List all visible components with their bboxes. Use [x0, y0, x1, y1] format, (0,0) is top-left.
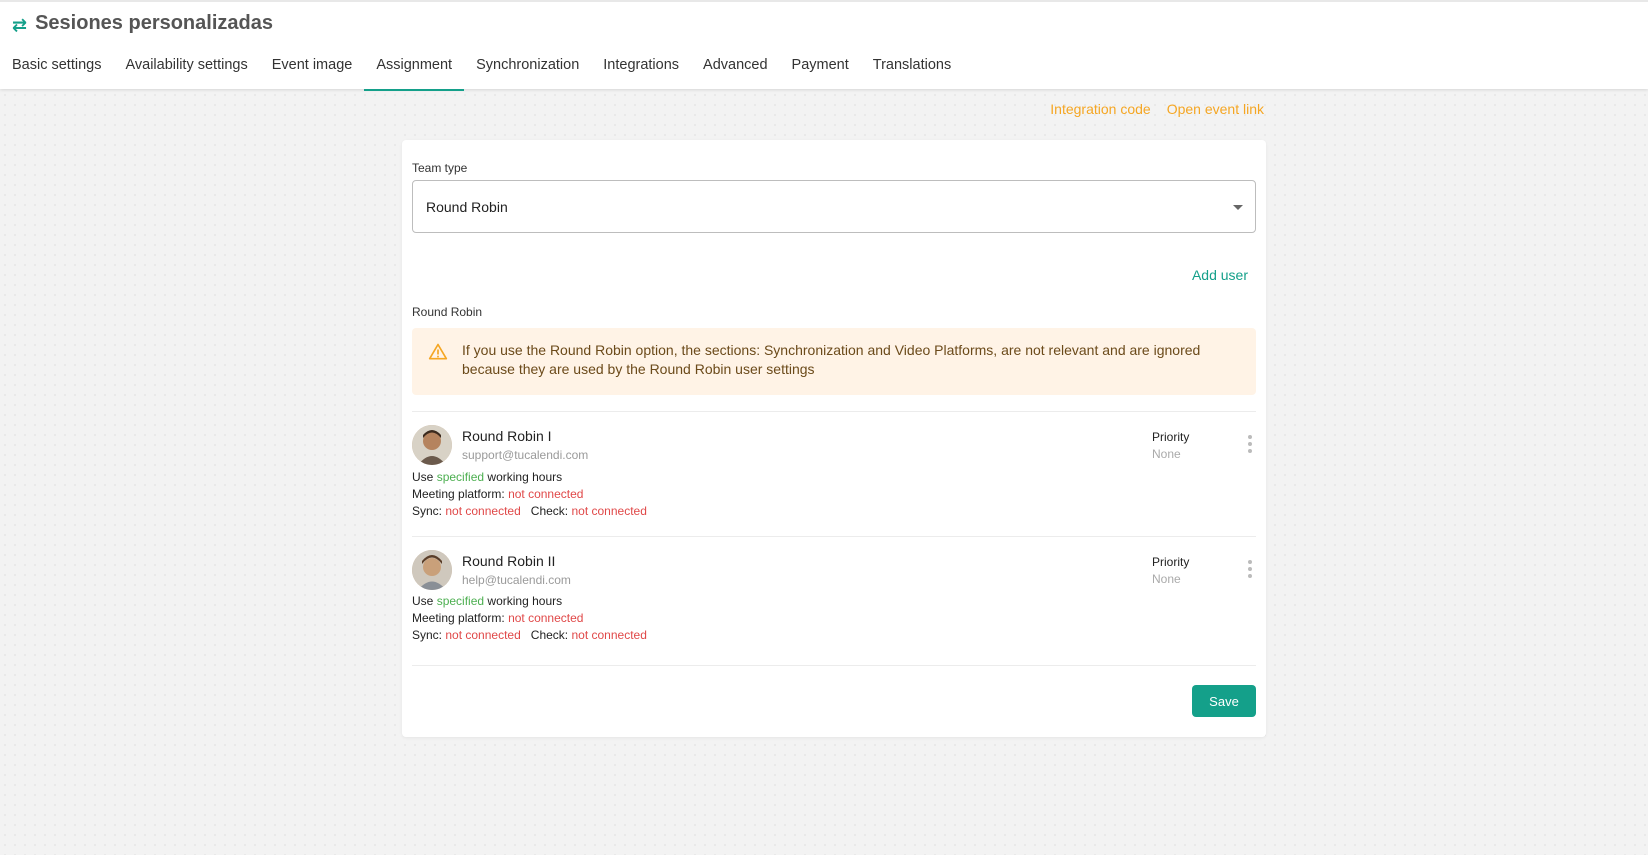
priority-value: None: [1152, 572, 1181, 586]
save-button[interactable]: Save: [1192, 685, 1256, 717]
sync-status: not connected: [445, 628, 521, 642]
integration-code-link[interactable]: Integration code: [1050, 101, 1150, 117]
check-status: not connected: [571, 504, 647, 518]
user-name: Round Robin II: [462, 553, 556, 569]
meeting-status: not connected: [508, 611, 584, 625]
meeting-label: Meeting platform:: [412, 487, 505, 501]
team-type-label: Team type: [412, 161, 468, 175]
use-prefix: Use: [412, 594, 434, 608]
warning-icon: [428, 343, 448, 360]
tab-advanced[interactable]: Advanced: [691, 52, 780, 91]
top-bar: ⇄ Sesiones personalizadas Basic settings…: [0, 0, 1648, 91]
priority-label: Priority: [1152, 555, 1190, 569]
tab-translations[interactable]: Translations: [861, 52, 963, 91]
check-label: Check:: [530, 504, 569, 518]
sync-label: Sync:: [412, 628, 443, 642]
sync-label: Sync:: [412, 504, 443, 518]
sync-info: Sync: not connected Check: not connected: [412, 628, 647, 642]
tab-event-image[interactable]: Event image: [260, 52, 365, 91]
working-hours-info: Use specified working hours: [412, 470, 562, 484]
avatar: [412, 425, 452, 465]
sync-status: not connected: [445, 504, 521, 518]
use-suffix: working hours: [487, 594, 563, 608]
add-user-button[interactable]: Add user: [1192, 267, 1248, 283]
alert-text: If you use the Round Robin option, the s…: [462, 342, 1201, 377]
user-email: help@tucalendi.com: [462, 573, 571, 587]
meeting-status: not connected: [508, 487, 584, 501]
user-row: Round Robin II help@tucalendi.com Priori…: [412, 536, 1256, 656]
sync-info: Sync: not connected Check: not connected: [412, 504, 647, 518]
priority-value: None: [1152, 447, 1181, 461]
page-title: Sesiones personalizadas: [35, 12, 273, 34]
meeting-platform-info: Meeting platform: not connected: [412, 487, 583, 501]
tab-payment[interactable]: Payment: [780, 52, 861, 91]
working-hours-status: specified: [436, 470, 485, 484]
tab-bar: Basic settings Availability settings Eve…: [0, 52, 963, 91]
team-type-value: Round Robin: [426, 199, 508, 215]
tab-availability-settings[interactable]: Availability settings: [113, 52, 259, 91]
use-suffix: working hours: [487, 470, 563, 484]
working-hours-status: specified: [436, 594, 485, 608]
meeting-label: Meeting platform:: [412, 611, 505, 625]
open-event-link[interactable]: Open event link: [1167, 101, 1264, 117]
round-robin-alert: If you use the Round Robin option, the s…: [412, 328, 1256, 395]
check-label: Check:: [530, 628, 569, 642]
tab-integrations[interactable]: Integrations: [591, 52, 691, 91]
user-name: Round Robin I: [462, 428, 552, 444]
tab-basic-settings[interactable]: Basic settings: [0, 52, 113, 91]
user-row: Round Robin I support@tucalendi.com Prio…: [412, 411, 1256, 531]
divider: [412, 665, 1256, 666]
team-type-select[interactable]: Round Robin: [412, 180, 1256, 233]
tab-assignment[interactable]: Assignment: [364, 52, 464, 91]
more-options-icon[interactable]: [1244, 433, 1256, 455]
swap-arrows-icon: ⇄: [12, 15, 28, 35]
title-row: ⇄ Sesiones personalizadas: [12, 12, 273, 35]
avatar: [412, 550, 452, 590]
meeting-platform-info: Meeting platform: not connected: [412, 611, 583, 625]
priority-label: Priority: [1152, 430, 1190, 444]
user-email: support@tucalendi.com: [462, 448, 589, 462]
assignment-card: Team type Round Robin Add user Round Rob…: [402, 140, 1266, 737]
caret-down-icon: [1233, 205, 1243, 210]
check-status: not connected: [571, 628, 647, 642]
tab-synchronization[interactable]: Synchronization: [464, 52, 591, 91]
working-hours-info: Use specified working hours: [412, 594, 562, 608]
more-options-icon[interactable]: [1244, 558, 1256, 580]
use-prefix: Use: [412, 470, 434, 484]
event-links: Integration code Open event link: [1050, 101, 1264, 117]
section-label: Round Robin: [412, 305, 483, 319]
